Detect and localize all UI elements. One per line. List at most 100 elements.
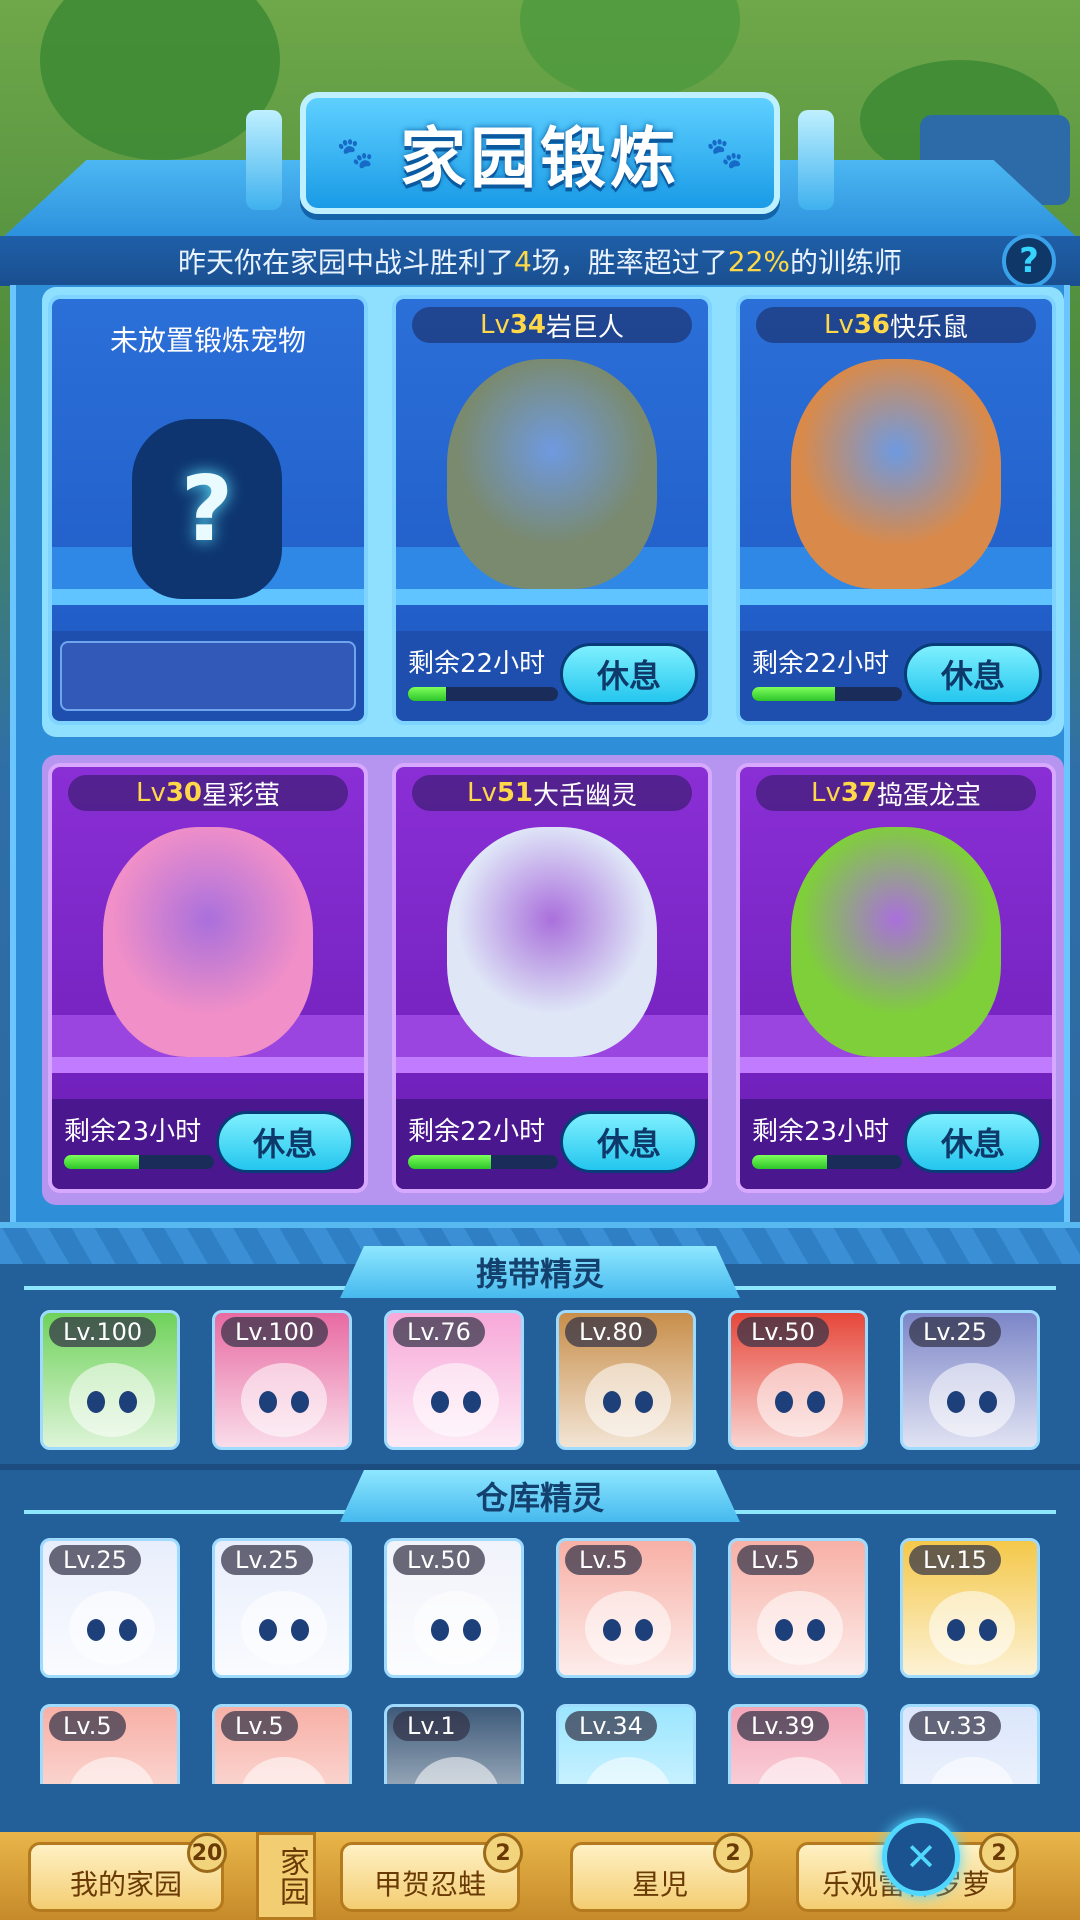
pet-level-badge: Lv.34: [565, 1711, 657, 1741]
paw-icon: 🐾: [706, 135, 744, 171]
pet-level-badge: Lv.76: [393, 1317, 485, 1347]
training-slot[interactable]: Lv 30 星彩萤 剩余23小时 休息: [48, 763, 368, 1193]
remaining-time: 剩余22小时: [752, 649, 890, 679]
dock-vertical-tab[interactable]: 家园: [256, 1832, 316, 1920]
pet-level-badge: Lv.80: [565, 1317, 657, 1347]
help-button[interactable]: ?: [1002, 234, 1056, 288]
level-number: 34: [509, 310, 547, 340]
pet-level-badge: Lv.5: [565, 1545, 642, 1575]
storage-pet-card[interactable]: Lv.15: [900, 1538, 1040, 1678]
training-progress-bar: [752, 687, 902, 701]
storage-pet-card[interactable]: Lv.25: [212, 1538, 352, 1678]
pet-eye: [603, 1619, 621, 1641]
info-rate: 22%: [727, 244, 791, 278]
pet-level-badge: Lv.5: [221, 1711, 298, 1741]
stage: [740, 589, 1052, 605]
level-prefix: Lv: [810, 778, 841, 808]
pet-level-badge: Lv.25: [221, 1545, 313, 1575]
rest-button[interactable]: 休息: [904, 1111, 1042, 1173]
paw-icon: 🐾: [336, 135, 374, 171]
pet-eye: [603, 1391, 621, 1413]
carry-pet-row: Lv.100 Lv.100 Lv.76 Lv.80 Lv.50 Lv.25: [40, 1310, 1050, 1450]
pet-eye: [87, 1391, 105, 1413]
pet-eye: [635, 1619, 653, 1641]
storage-pet-card[interactable]: Lv.39: [728, 1704, 868, 1784]
pet-portrait: [791, 827, 1001, 1057]
pet-name: 快乐鼠: [890, 312, 969, 343]
pet-eye: [259, 1619, 277, 1641]
tab-carry-pets[interactable]: 携带精灵: [340, 1246, 740, 1298]
dock-item[interactable]: 甲贺忍蛙 2: [340, 1833, 523, 1912]
sign-post-left: [246, 110, 282, 210]
info-text: 的训练师: [790, 246, 903, 279]
remaining-time: 剩余22小时: [408, 649, 546, 679]
pet-portrait: [447, 827, 657, 1057]
carry-pet-card[interactable]: Lv.100: [40, 1310, 180, 1450]
pet-level-badge: Lv.100: [49, 1317, 157, 1347]
level-number: 37: [840, 778, 878, 808]
carry-pet-card[interactable]: Lv.80: [556, 1310, 696, 1450]
dock-badge: 2: [713, 1833, 753, 1873]
progress-fill: [408, 1155, 491, 1169]
training-grid: 未放置锻炼宠物 ? Lv 34 岩巨人 剩余22小时 休息 Lv 36 快乐鼠 …: [42, 287, 1064, 1205]
carry-pet-card[interactable]: Lv.25: [900, 1310, 1040, 1450]
pet-eye: [979, 1391, 997, 1413]
rest-button[interactable]: 休息: [560, 643, 698, 705]
dock-item[interactable]: 星児 2: [570, 1833, 753, 1912]
training-slot[interactable]: Lv 51 大舌幽灵 剩余22小时 休息: [392, 763, 712, 1193]
storage-pet-card[interactable]: Lv.33: [900, 1704, 1040, 1784]
pet-face: [69, 1363, 155, 1437]
level-prefix: Lv: [466, 778, 497, 808]
pet-face: [241, 1757, 327, 1784]
training-slot[interactable]: Lv 34 岩巨人 剩余22小时 休息: [392, 295, 712, 725]
close-button[interactable]: ✕: [882, 1818, 960, 1896]
training-slot[interactable]: Lv 36 快乐鼠 剩余22小时 休息: [736, 295, 1056, 725]
pet-eye: [807, 1391, 825, 1413]
pet-face: [585, 1757, 671, 1784]
pet-eye: [807, 1619, 825, 1641]
storage-pet-row: Lv.25 Lv.25 Lv.50 Lv.5 Lv.5 Lv.15: [40, 1538, 1050, 1678]
info-text: 场，胜率超过了: [531, 246, 728, 279]
pet-face: [757, 1363, 843, 1437]
pet-eye: [119, 1619, 137, 1641]
level-prefix: Lv: [823, 310, 854, 340]
training-slot-empty[interactable]: 未放置锻炼宠物 ?: [48, 295, 368, 725]
level-prefix: Lv: [135, 778, 166, 808]
progress-fill: [408, 687, 446, 701]
carry-pet-card[interactable]: Lv.100: [212, 1310, 352, 1450]
slot-bottom-bar: 剩余22小时 休息: [740, 631, 1052, 721]
rest-button[interactable]: 休息: [560, 1111, 698, 1173]
pet-eye: [259, 1391, 277, 1413]
storage-pet-card[interactable]: Lv.1: [384, 1704, 524, 1784]
pet-face: [413, 1757, 499, 1784]
level-number: 30: [165, 778, 203, 808]
storage-pet-card[interactable]: Lv.34: [556, 1704, 696, 1784]
pet-portrait: [447, 359, 657, 589]
pet-level-badge: Lv.5: [737, 1545, 814, 1575]
empty-slot-label: 未放置锻炼宠物: [109, 324, 306, 357]
storage-pet-card[interactable]: Lv.5: [556, 1538, 696, 1678]
background-tree: [40, 0, 280, 160]
training-progress-bar: [408, 687, 558, 701]
training-slot[interactable]: Lv 37 捣蛋龙宝 剩余23小时 休息: [736, 763, 1056, 1193]
tab-storage-pets[interactable]: 仓库精灵: [340, 1470, 740, 1522]
info-wins: 4: [513, 244, 532, 278]
storage-pet-card[interactable]: Lv.5: [212, 1704, 352, 1784]
slot-bottom-bar: 剩余23小时 休息: [52, 1099, 364, 1189]
pet-selection-sheet: 携带精灵 Lv.100 Lv.100 Lv.76 Lv.80 Lv.50 Lv.…: [0, 1222, 1080, 1832]
pet-level-badge: Lv.5: [49, 1711, 126, 1741]
storage-pet-card[interactable]: Lv.50: [384, 1538, 524, 1678]
pet-face: [929, 1363, 1015, 1437]
storage-pet-card[interactable]: Lv.25: [40, 1538, 180, 1678]
storage-pet-card[interactable]: Lv.5: [40, 1704, 180, 1784]
dock-badge: 2: [979, 1833, 1019, 1873]
carry-pet-card[interactable]: Lv.50: [728, 1310, 868, 1450]
rest-button[interactable]: 休息: [216, 1111, 354, 1173]
carry-pet-card[interactable]: Lv.76: [384, 1310, 524, 1450]
rest-button[interactable]: 休息: [904, 643, 1042, 705]
level-prefix: Lv: [479, 310, 510, 340]
storage-pet-card[interactable]: Lv.5: [728, 1538, 868, 1678]
pet-name-tag: Lv 37 捣蛋龙宝: [756, 775, 1036, 811]
stage: [52, 1057, 364, 1073]
dock-my-home[interactable]: 我的家园 20: [28, 1833, 227, 1912]
